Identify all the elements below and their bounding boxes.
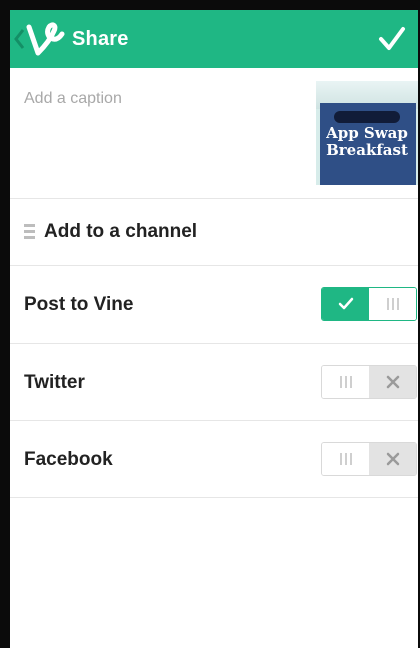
vine-logo-icon[interactable] bbox=[26, 22, 66, 58]
thumbnail-slot bbox=[334, 111, 400, 123]
add-to-channel-label: Add to a channel bbox=[44, 221, 198, 242]
drag-handle-icon bbox=[24, 224, 35, 240]
post-to-vine-toggle[interactable] bbox=[321, 287, 417, 321]
toggle-knob bbox=[322, 443, 369, 475]
twitter-toggle[interactable] bbox=[321, 365, 417, 399]
toggle-off-segment bbox=[369, 366, 416, 398]
app-bar: Share bbox=[10, 10, 418, 68]
video-thumbnail[interactable]: App Swap Breakfast bbox=[316, 81, 418, 185]
caption-section: App Swap Breakfast bbox=[10, 68, 418, 199]
share-row-label: Twitter bbox=[24, 372, 85, 393]
confirm-button[interactable] bbox=[374, 20, 410, 58]
checkmark-icon bbox=[379, 27, 405, 50]
thumbnail-text: App Swap Breakfast bbox=[316, 125, 418, 159]
toggle-knob bbox=[369, 288, 416, 320]
grip-icon bbox=[386, 298, 399, 310]
share-row-vine: Post to Vine bbox=[10, 266, 418, 344]
close-icon bbox=[386, 452, 399, 466]
chevron-left-icon[interactable] bbox=[12, 24, 26, 54]
grip-icon bbox=[339, 376, 352, 388]
facebook-toggle[interactable] bbox=[321, 442, 417, 476]
grip-icon bbox=[339, 453, 352, 465]
share-row-facebook: Facebook bbox=[10, 421, 418, 498]
share-row-label: Facebook bbox=[24, 449, 113, 470]
page-title: Share bbox=[72, 28, 129, 50]
add-to-channel-row[interactable]: Add to a channel bbox=[10, 198, 418, 266]
share-row-twitter: Twitter bbox=[10, 344, 418, 421]
share-screen: Share App Swap Breakfast Add to a channe… bbox=[10, 10, 418, 648]
caption-input[interactable] bbox=[24, 86, 294, 112]
close-icon bbox=[386, 375, 399, 389]
thumbnail-text-line2: Breakfast bbox=[326, 141, 408, 159]
toggle-off-segment bbox=[369, 443, 416, 475]
thumbnail-text-line1: App Swap bbox=[326, 124, 408, 142]
share-row-label: Post to Vine bbox=[24, 294, 134, 315]
checkmark-icon bbox=[338, 297, 353, 310]
toggle-knob bbox=[322, 366, 369, 398]
toggle-on-segment bbox=[322, 288, 369, 320]
